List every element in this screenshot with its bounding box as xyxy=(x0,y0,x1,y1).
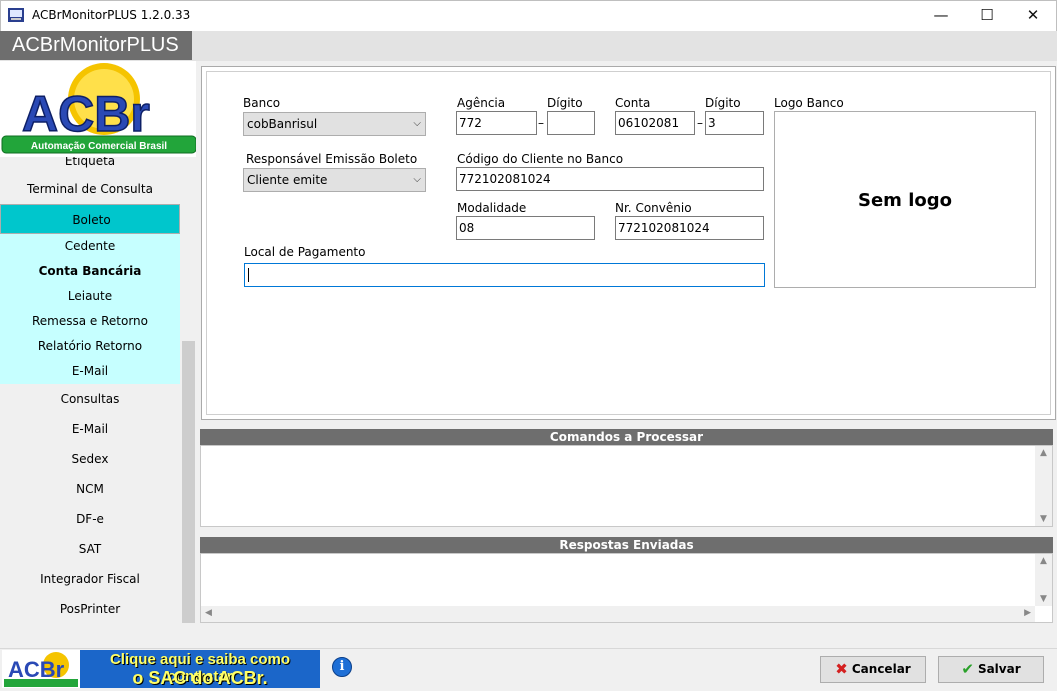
respostas-scrollbar[interactable]: ▲ ▼ xyxy=(1035,554,1052,606)
scroll-right-icon[interactable]: ▶ xyxy=(1024,608,1031,618)
close-button[interactable]: ✕ xyxy=(1010,0,1056,31)
sidebar-item-dfe[interactable]: DF-e xyxy=(0,504,180,534)
respostas-hscrollbar[interactable]: ◀ ▶ xyxy=(201,606,1035,622)
scroll-left-icon[interactable]: ◀ xyxy=(205,608,212,618)
save-button[interactable]: ✔ Salvar xyxy=(938,656,1044,683)
cancel-button[interactable]: ✖ Cancelar xyxy=(820,656,926,683)
maximize-button[interactable]: ☐ xyxy=(964,0,1010,31)
respostas-list[interactable]: ▲ ▼ ◀ ▶ xyxy=(200,553,1053,623)
local-pagamento-input[interactable] xyxy=(244,263,765,287)
scroll-up-icon[interactable]: ▲ xyxy=(1035,556,1052,566)
svg-text:ACBr: ACBr xyxy=(8,657,65,682)
sidebar-item-boleto-email[interactable]: E-Mail xyxy=(0,359,180,384)
conta-input[interactable]: 06102081 xyxy=(615,111,695,135)
sidebar-item-remessa-retorno[interactable]: Remessa e Retorno xyxy=(0,309,180,334)
acbr-logo: ACBr Automação Comercial Brasil xyxy=(0,61,196,157)
info-icon[interactable]: i xyxy=(332,657,352,677)
agencia-label: Agência xyxy=(457,96,506,110)
cancel-label: Cancelar xyxy=(851,662,911,676)
sidebar-item-relatorio-retorno[interactable]: Relatório Retorno xyxy=(0,334,180,359)
scroll-up-icon[interactable]: ▲ xyxy=(1035,448,1052,458)
sidebar-item-terminal-consulta[interactable]: Terminal de Consulta xyxy=(0,174,180,204)
agencia-digito-input[interactable] xyxy=(547,111,595,135)
app-icon xyxy=(8,8,24,22)
agencia-input[interactable]: 772 xyxy=(456,111,537,135)
sidebar-item-integrador-fiscal[interactable]: Integrador Fiscal xyxy=(0,564,180,594)
agencia-digito-label: Dígito xyxy=(547,96,583,110)
sidebar-item-conta-bancaria[interactable]: Conta Bancária xyxy=(0,259,180,284)
sidebar-item-boleto[interactable]: Boleto xyxy=(0,204,180,234)
banco-label: Banco xyxy=(243,96,281,110)
chevron-down-icon: ⌵ xyxy=(413,118,421,129)
sidebar-item-ncm[interactable]: NCM xyxy=(0,474,180,504)
modalidade-label: Modalidade xyxy=(457,201,527,215)
comandos-scrollbar[interactable]: ▲ ▼ xyxy=(1035,446,1052,526)
conta-separator: – xyxy=(697,116,703,130)
logo-text: ACBr xyxy=(22,86,150,142)
sac-logo: ACBr xyxy=(2,650,80,688)
conta-label: Conta xyxy=(615,96,651,110)
window-title: ACBrMonitorPLUS 1.2.0.33 xyxy=(32,8,191,22)
sidebar-item-sat[interactable]: SAT xyxy=(0,534,180,564)
sac-text-line2: o SAC do ACBr. xyxy=(132,668,268,688)
codigo-cliente-label: Código do Cliente no Banco xyxy=(457,152,624,166)
codigo-cliente-input[interactable]: 772102081024 xyxy=(456,167,764,191)
brand-label: ACBrMonitorPLUS xyxy=(0,31,192,60)
conta-digito-input[interactable]: 3 xyxy=(705,111,764,135)
sidebar-item-consultas[interactable]: Consultas xyxy=(0,384,180,414)
conta-digito-label: Dígito xyxy=(705,96,741,110)
save-label: Salvar xyxy=(977,662,1021,676)
sac-banner[interactable]: ACBr Clique aqui e saiba como contratar … xyxy=(2,650,320,688)
comandos-header: Comandos a Processar xyxy=(200,429,1053,445)
logo-banco-box[interactable]: Sem logo xyxy=(774,111,1036,288)
text-caret xyxy=(248,268,249,282)
scroll-down-icon[interactable]: ▼ xyxy=(1035,594,1052,604)
responsavel-select[interactable]: Cliente emite ⌵ xyxy=(243,168,426,192)
sidebar-item-posprinter[interactable]: PosPrinter xyxy=(0,594,180,624)
sidebar-item-leiaute[interactable]: Leiaute xyxy=(0,284,180,309)
logo-tagline: Automação Comercial Brasil xyxy=(31,141,167,152)
check-icon: ✔ xyxy=(961,660,974,678)
sidebar: Etiqueta Terminal de Consulta Boleto Ced… xyxy=(0,61,196,626)
sidebar-scrollbar-thumb[interactable] xyxy=(182,341,195,623)
comandos-list[interactable]: ▲ ▼ xyxy=(200,445,1053,527)
cancel-x-icon: ✖ xyxy=(835,660,848,678)
responsavel-label: Responsável Emissão Boleto xyxy=(246,152,418,166)
convenio-input[interactable]: 772102081024 xyxy=(615,216,764,240)
sidebar-item-email[interactable]: E-Mail xyxy=(0,414,180,444)
respostas-header: Respostas Enviadas xyxy=(200,537,1053,553)
banco-select[interactable]: cobBanrisul ⌵ xyxy=(243,112,426,136)
responsavel-value: Cliente emite xyxy=(247,173,328,187)
sidebar-item-cedente[interactable]: Cedente xyxy=(0,234,180,259)
modalidade-input[interactable]: 08 xyxy=(456,216,595,240)
local-pagamento-label: Local de Pagamento xyxy=(244,245,366,259)
logo-banco-label: Logo Banco xyxy=(774,96,844,110)
convenio-label: Nr. Convênio xyxy=(615,201,692,215)
sidebar-item-sedex[interactable]: Sedex xyxy=(0,444,180,474)
splitter-bottom[interactable] xyxy=(198,528,1056,534)
minimize-button[interactable]: — xyxy=(918,0,964,31)
banco-value: cobBanrisul xyxy=(247,117,318,131)
agencia-separator: – xyxy=(538,116,544,130)
chevron-down-icon: ⌵ xyxy=(413,174,421,185)
splitter-top[interactable] xyxy=(198,421,1056,427)
scroll-down-icon[interactable]: ▼ xyxy=(1035,514,1052,524)
